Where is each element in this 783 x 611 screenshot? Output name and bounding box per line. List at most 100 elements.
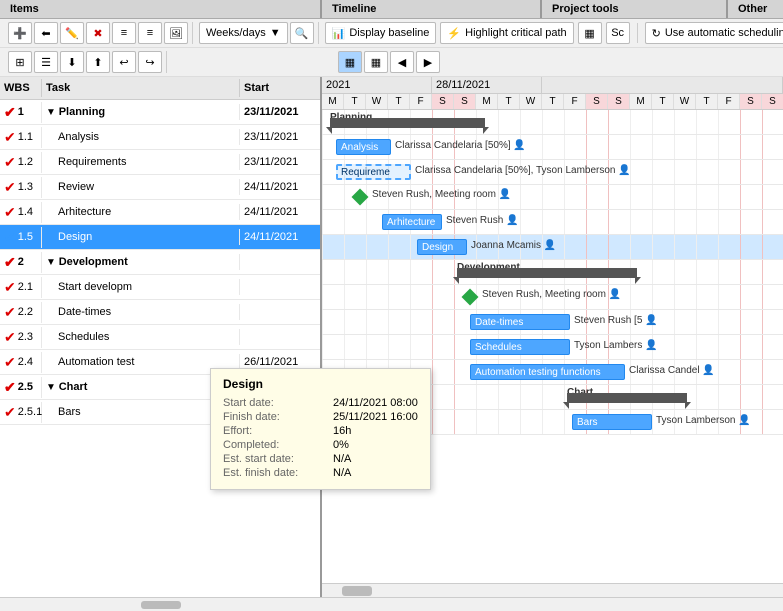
items-panel: WBS Task Start ✔1▼ Planning23/11/2021✔1.… xyxy=(0,77,322,597)
day-cell: W xyxy=(674,94,696,109)
import-btn[interactable]: ⬇ xyxy=(60,51,84,73)
gantt-dashed-bar[interactable]: Requireme xyxy=(336,164,411,180)
grid-line xyxy=(586,210,587,234)
grid-line xyxy=(718,360,719,384)
outdent-btn[interactable]: ≡ xyxy=(112,22,136,44)
table-row[interactable]: ✔1.2Requirements23/11/2021 xyxy=(0,150,320,175)
grid-view-btn[interactable]: ⊞ xyxy=(8,51,32,73)
grid-line xyxy=(762,285,763,309)
popup-est-start-row: Est. start date: N/A xyxy=(223,453,418,465)
redo-btn[interactable]: ↪ xyxy=(138,51,162,73)
grid-line xyxy=(432,260,433,284)
gantt-group-bar[interactable] xyxy=(567,393,687,403)
grid-line xyxy=(740,135,741,159)
check-icon[interactable]: ✔ xyxy=(4,154,16,171)
gantt-bar[interactable]: Schedules xyxy=(470,339,570,355)
grid-icon-btn[interactable]: ▦ xyxy=(578,22,602,44)
export-btn[interactable]: ⬆ xyxy=(86,51,110,73)
display-baseline-btn[interactable]: 📊 Display baseline xyxy=(325,22,437,44)
gantt-bar[interactable]: Design xyxy=(417,239,467,255)
grid-line xyxy=(674,110,675,134)
table-row[interactable]: ✔2.1Start developm xyxy=(0,275,320,300)
wbs-value: 2 xyxy=(18,256,24,268)
auto-scheduling-btn[interactable]: ↻ Use automatic scheduling xyxy=(645,22,783,44)
table-row[interactable]: ✔1.4Arhitecture24/11/2021 xyxy=(0,200,320,225)
gantt-group-bar[interactable] xyxy=(330,118,485,128)
table-row[interactable]: ✔1.5Design24/11/2021 xyxy=(0,225,320,250)
edit-btn[interactable]: ✏️ xyxy=(60,22,84,44)
gantt-bar[interactable]: Arhitecture xyxy=(382,214,442,230)
nav-next-btn[interactable]: ▶ xyxy=(416,51,440,73)
check-icon[interactable]: ✔ xyxy=(4,279,16,296)
project-tools-section: 📊 Display baseline ⚡ Highlight critical … xyxy=(321,22,783,44)
grid-line xyxy=(520,110,521,134)
items-scrollbar-thumb[interactable] xyxy=(141,601,181,609)
scrollbar-thumb[interactable] xyxy=(342,586,372,596)
undo-btn[interactable]: ↩ xyxy=(112,51,136,73)
check-icon[interactable]: ✔ xyxy=(4,354,16,371)
grid-line xyxy=(454,285,455,309)
week2-label: 28/11/2021 xyxy=(432,77,542,93)
check-icon[interactable]: ✔ xyxy=(4,129,16,146)
table-row[interactable]: ✔2.2Date-times xyxy=(0,300,320,325)
highlight-critical-btn[interactable]: ⚡ Highlight critical path xyxy=(440,22,573,44)
sc-btn[interactable]: Sc xyxy=(606,22,630,44)
nav-prev-btn[interactable]: ◀ xyxy=(390,51,414,73)
gantt-bar[interactable]: Automation testing functions xyxy=(470,364,625,380)
start-cell: 23/11/2021 xyxy=(240,104,320,120)
grid-line xyxy=(718,385,719,409)
grid-line xyxy=(696,160,697,184)
h-scrollbar[interactable] xyxy=(322,583,783,597)
other-section-label: Other xyxy=(728,0,783,18)
check-icon[interactable]: ✔ xyxy=(4,404,16,421)
search-btn[interactable]: 🔍 xyxy=(290,22,314,44)
check-icon[interactable]: ✔ xyxy=(4,104,16,121)
expand-icon[interactable]: ▼ xyxy=(46,107,59,118)
grid-line xyxy=(696,260,697,284)
grid-line xyxy=(564,135,565,159)
table-row[interactable]: ✔1.1Analysis23/11/2021 xyxy=(0,125,320,150)
calendar-view-btn1[interactable]: ▦ xyxy=(338,51,362,73)
check-icon[interactable]: ✔ xyxy=(4,329,16,346)
table-row[interactable]: ✔1▼ Planning23/11/2021 xyxy=(0,100,320,125)
grid-line xyxy=(696,210,697,234)
indent-btn[interactable]: ⬅ xyxy=(34,22,58,44)
delete-btn[interactable]: ✖ xyxy=(86,22,110,44)
outdent2-btn[interactable]: ≡ xyxy=(138,22,162,44)
gantt-group-bar[interactable] xyxy=(457,268,637,278)
grid-line xyxy=(388,260,389,284)
image-btn[interactable]: 🖼 xyxy=(164,22,188,44)
grid-line xyxy=(630,185,631,209)
grid-line xyxy=(718,210,719,234)
wbs-value: 2.2 xyxy=(18,306,33,318)
check-icon[interactable]: ✔ xyxy=(4,254,16,271)
grid-line xyxy=(630,285,631,309)
check-icon[interactable]: ✔ xyxy=(4,179,16,196)
check-icon[interactable]: ✔ xyxy=(4,304,16,321)
gantt-resource: Tyson Lambers 👤 xyxy=(574,340,658,351)
grid-line xyxy=(608,135,609,159)
table-row[interactable]: ✔1.3Review24/11/2021 xyxy=(0,175,320,200)
list-view-btn[interactable]: ☰ xyxy=(34,51,58,73)
gantt-bar[interactable]: Date-times xyxy=(470,314,570,330)
calendar-view-btn2[interactable]: ▦ xyxy=(364,51,388,73)
table-row[interactable]: ✔2.3Schedules xyxy=(0,325,320,350)
add-btn[interactable]: ➕ xyxy=(8,22,32,44)
expand-icon[interactable]: ▼ xyxy=(46,257,59,268)
zoom-dropdown[interactable]: Weeks/days ▼ xyxy=(199,22,288,44)
task-cell: Requirements xyxy=(42,154,240,170)
check-icon[interactable]: ✔ xyxy=(4,204,16,221)
check-icon[interactable]: ✔ xyxy=(4,379,16,396)
expand-icon[interactable]: ▼ xyxy=(46,382,59,393)
gantt-bar[interactable]: Analysis xyxy=(336,139,391,155)
grid-line xyxy=(432,310,433,334)
grid-line xyxy=(674,135,675,159)
grid-line xyxy=(454,410,455,434)
table-row[interactable]: ✔2▼ Development xyxy=(0,250,320,275)
gantt-bar[interactable]: Bars xyxy=(572,414,652,430)
grid-line xyxy=(432,285,433,309)
day-cell: S xyxy=(740,94,762,109)
wbs-value: 1.3 xyxy=(18,181,33,193)
task-name: Automation test xyxy=(58,356,134,368)
check-icon[interactable]: ✔ xyxy=(4,229,16,246)
